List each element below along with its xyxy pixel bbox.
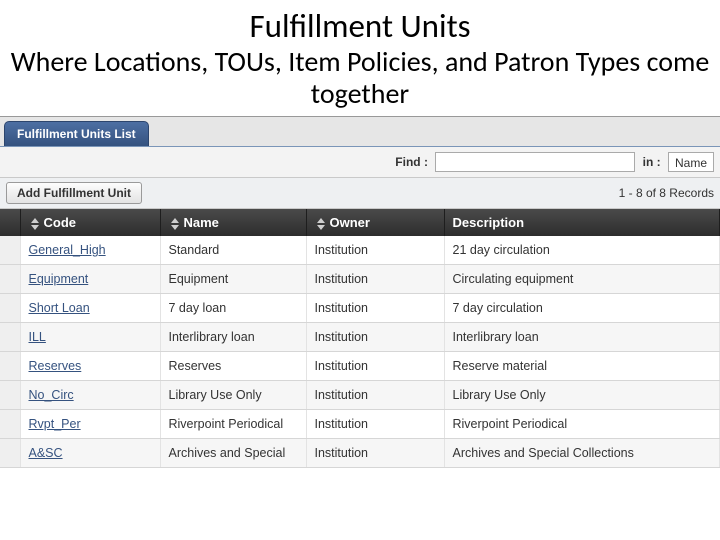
cell-code: Short Loan	[20, 294, 160, 323]
header-description[interactable]: Description	[444, 209, 720, 236]
row-handle	[0, 352, 20, 381]
header-code[interactable]: Code	[20, 209, 160, 236]
header-owner-label: Owner	[330, 215, 370, 230]
cell-code: Rvpt_Per	[20, 410, 160, 439]
row-handle	[0, 381, 20, 410]
table-row: ReservesReservesInstitutionReserve mater…	[0, 352, 720, 381]
cell-name: Riverpoint Periodical	[160, 410, 306, 439]
cell-owner: Institution	[306, 323, 444, 352]
row-handle	[0, 294, 20, 323]
cell-name: Equipment	[160, 265, 306, 294]
cell-description: 7 day circulation	[444, 294, 720, 323]
cell-description: Interlibrary loan	[444, 323, 720, 352]
row-handle	[0, 265, 20, 294]
cell-owner: Institution	[306, 439, 444, 468]
add-fulfillment-unit-button[interactable]: Add Fulfillment Unit	[6, 182, 142, 204]
cell-name: Library Use Only	[160, 381, 306, 410]
table-row: EquipmentEquipmentInstitutionCirculating…	[0, 265, 720, 294]
find-input[interactable]	[435, 152, 635, 172]
code-link[interactable]: Rvpt_Per	[29, 417, 81, 431]
cell-name: Standard	[160, 236, 306, 265]
cell-name: Reserves	[160, 352, 306, 381]
cell-code: General_High	[20, 236, 160, 265]
code-link[interactable]: General_High	[29, 243, 106, 257]
cell-owner: Institution	[306, 381, 444, 410]
table-row: Rvpt_Per Riverpoint PeriodicalInstitution…	[0, 410, 720, 439]
header-name-label: Name	[184, 215, 219, 230]
app-panel: Fulfillment Units List Find : in : Name …	[0, 116, 720, 468]
header-owner[interactable]: Owner	[306, 209, 444, 236]
find-scope-select[interactable]: Name	[668, 152, 714, 172]
cell-name: 7 day loan	[160, 294, 306, 323]
table-row: A&SC Archives and SpecialInstitutionArchi…	[0, 439, 720, 468]
table-row: ILL Interlibrary loanInstitutionInterlibr…	[0, 323, 720, 352]
cell-code: No_Circ	[20, 381, 160, 410]
code-link[interactable]: ILL	[29, 330, 46, 344]
cell-name: Interlibrary loan	[160, 323, 306, 352]
code-link[interactable]: Reserves	[29, 359, 82, 373]
find-label: Find :	[395, 155, 428, 169]
cell-name: Archives and Special	[160, 439, 306, 468]
code-link[interactable]: No_Circ	[29, 388, 74, 402]
table-row: No_Circ Library Use OnlyInstitutionLibrar…	[0, 381, 720, 410]
cell-description: Circulating equipment	[444, 265, 720, 294]
code-link[interactable]: A&SC	[29, 446, 63, 460]
record-count: 1 - 8 of 8 Records	[619, 186, 714, 200]
table-row: General_High StandardInstitution21 day ci…	[0, 236, 720, 265]
header-description-label: Description	[453, 215, 525, 230]
cell-description: Reserve material	[444, 352, 720, 381]
header-name[interactable]: Name	[160, 209, 306, 236]
action-bar: Add Fulfillment Unit 1 - 8 of 8 Records	[0, 178, 720, 209]
cell-description: Archives and Special Collections	[444, 439, 720, 468]
find-in-label: in :	[643, 155, 661, 169]
cell-code: ILL	[20, 323, 160, 352]
slide-subtitle: Where Locations, TOUs, Item Policies, an…	[0, 46, 720, 110]
cell-code: A&SC	[20, 439, 160, 468]
row-handle	[0, 410, 20, 439]
row-handle	[0, 323, 20, 352]
cell-owner: Institution	[306, 410, 444, 439]
find-bar: Find : in : Name	[0, 147, 720, 178]
code-link[interactable]: Short Loan	[29, 301, 90, 315]
cell-owner: Institution	[306, 236, 444, 265]
slide-title: Fulfillment Units	[0, 6, 720, 46]
row-handle	[0, 236, 20, 265]
tab-fulfillment-units-list[interactable]: Fulfillment Units List	[4, 121, 149, 146]
code-link[interactable]: Equipment	[29, 272, 89, 286]
cell-owner: Institution	[306, 265, 444, 294]
cell-owner: Institution	[306, 352, 444, 381]
cell-code: Reserves	[20, 352, 160, 381]
cell-description: 21 day circulation	[444, 236, 720, 265]
cell-description: Library Use Only	[444, 381, 720, 410]
header-code-label: Code	[44, 215, 77, 230]
cell-code: Equipment	[20, 265, 160, 294]
cell-description: Riverpoint Periodical	[444, 410, 720, 439]
fulfillment-units-table: Code Name Owner Description General_High…	[0, 209, 720, 468]
tab-strip: Fulfillment Units List	[0, 117, 720, 147]
table-row: Short Loan 7 day loanInstitution7 day cir…	[0, 294, 720, 323]
row-handle	[0, 439, 20, 468]
cell-owner: Institution	[306, 294, 444, 323]
header-rownum	[0, 209, 20, 236]
